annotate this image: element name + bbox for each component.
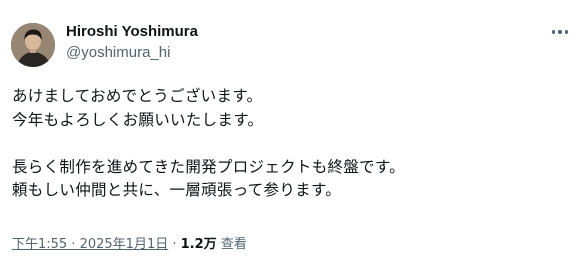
display-name[interactable]: Hiroshi Yoshimura — [66, 22, 198, 42]
more-horizontal-icon[interactable] — [549, 24, 571, 40]
avatar[interactable] — [11, 23, 55, 67]
tweet-text-line: あけましておめでとうございます。 — [12, 87, 263, 105]
tweet-card[interactable]: Hiroshi Yoshimura @yoshimura_hi あけましておめで… — [0, 0, 585, 269]
meta-separator: · — [168, 237, 181, 252]
user-info: Hiroshi Yoshimura @yoshimura_hi — [66, 22, 198, 63]
more-dot — [551, 30, 556, 34]
tweet-text-line: 今年もよろしくお願いいたします。 — [12, 110, 264, 129]
avatar-photo — [11, 23, 55, 67]
tweet-text-line: 長らく制作を進めてきた開発プロジェクトも終盤です。 — [12, 157, 405, 176]
more-dot — [558, 30, 562, 34]
views-label: 查看 — [216, 237, 247, 252]
views-count: 1.2万 — [180, 237, 217, 252]
user-handle[interactable]: @yoshimura_hi — [66, 43, 198, 63]
tweet-text: あけましておめでとうございます。 今年もよろしくお願いいたします。 長らく制作を… — [12, 85, 572, 203]
more-dot — [564, 30, 569, 34]
tweet-text-line: 頼もしい仲間と共に、一層頑張って参ります。 — [12, 181, 342, 199]
tweet-timestamp-link[interactable]: 下午1:55 · 2025年1月1日 — [12, 237, 168, 252]
tweet-meta: 下午1:55 · 2025年1月1日 · 1.2万 查看 — [12, 236, 247, 254]
